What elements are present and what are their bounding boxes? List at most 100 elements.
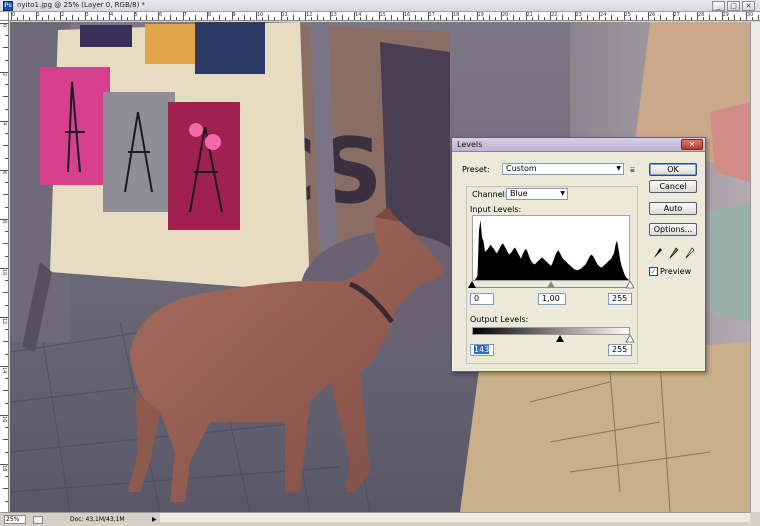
ruler-label: 8 [208, 12, 212, 18]
options-button[interactable]: Options... [649, 223, 697, 236]
status-menu-arrow-icon[interactable]: ▶ [152, 516, 157, 523]
ruler-subtick [458, 17, 460, 20]
ruler-subtick [66, 17, 68, 20]
auto-button[interactable]: Auto [649, 202, 697, 215]
output-gradient [472, 327, 630, 335]
ruler-subtick [249, 17, 251, 20]
ruler-label: 3 [85, 12, 89, 18]
input-white-field[interactable]: 255 [608, 293, 632, 305]
zoom-field[interactable]: 25% [4, 515, 26, 524]
ruler-label: 14 [1, 367, 7, 374]
output-black-slider-icon [556, 335, 564, 342]
close-window-button[interactable]: ✕ [742, 1, 755, 11]
ruler-subtick [617, 17, 619, 20]
ruler-subtick [3, 292, 8, 294]
ruler-label: 16 [1, 416, 7, 423]
white-eyedropper-icon[interactable] [685, 247, 695, 259]
ruler-subtick [678, 17, 680, 20]
ruler-label: 2 [61, 12, 65, 18]
cancel-button[interactable]: Cancel [649, 180, 697, 193]
ruler-subtick [3, 194, 8, 196]
horizontal-scrollbar[interactable] [160, 512, 750, 522]
ok-button[interactable]: OK [649, 163, 697, 176]
ruler-subtick [739, 17, 741, 20]
channel-select[interactable]: Blue ▼ [506, 188, 568, 200]
output-levels-label: Output Levels: [470, 315, 529, 324]
status-icon[interactable] [33, 516, 43, 524]
ruler-subtick [298, 17, 300, 20]
output-slider[interactable] [468, 335, 636, 344]
ruler-subtick [568, 17, 570, 20]
horizontal-ruler[interactable]: 0 1 2 3 4 5 6 7 8 9 10 11 12 13 14 15 16 17 18 19 20 21 22 23 24… [9, 12, 760, 21]
ruler-subtick [5, 500, 8, 502]
dialog-title: Levels [457, 140, 483, 149]
ruler-subtick [170, 15, 172, 20]
ruler-subtick [323, 17, 325, 20]
vertical-scrollbar[interactable] [750, 22, 760, 512]
ruler-subtick [5, 133, 8, 135]
ruler-subtick [433, 17, 435, 20]
input-black-field[interactable]: 0 [470, 293, 494, 305]
preset-menu-icon[interactable]: ⩸ [630, 165, 635, 175]
ruler-subtick [262, 17, 264, 20]
ruler-subtick [409, 17, 411, 20]
dialog-title-bar[interactable]: Levels ✕ [452, 138, 705, 152]
ruler-subtick [151, 17, 153, 20]
ruler-subtick [360, 17, 362, 20]
dialog-close-button[interactable]: ✕ [681, 139, 703, 150]
input-gamma-field[interactable]: 1,00 [538, 293, 566, 305]
levels-dialog: Levels ✕ Preset: Custom ▼ ⩸ Channel: Blu… [451, 137, 706, 372]
maximize-button[interactable]: □ [727, 1, 740, 11]
ruler-label: 6 [159, 12, 163, 18]
output-white-field[interactable]: 255 [608, 344, 632, 356]
ruler-label: 8 [1, 220, 7, 224]
output-white-slider-icon [625, 335, 635, 343]
ruler-subtick [3, 47, 8, 49]
ruler-subtick [78, 17, 80, 20]
document-title-bar[interactable]: Ps nyito1.jpg @ 25% (Layer 0, RGB/8) * _… [0, 0, 760, 12]
ruler-subtick [225, 17, 227, 20]
ruler-subtick [543, 17, 545, 20]
preview-checkbox[interactable]: ✓ [649, 267, 658, 276]
ruler-subtick [5, 378, 8, 380]
ruler-subtick [709, 15, 711, 20]
minimize-button[interactable]: _ [712, 1, 725, 11]
black-eyedropper-icon[interactable] [653, 247, 663, 259]
ruler-subtick [415, 15, 417, 20]
ruler-subtick [5, 353, 8, 355]
output-white-value: 255 [612, 345, 628, 354]
ruler-origin[interactable] [0, 12, 9, 21]
ruler-subtick [654, 17, 656, 20]
status-bar: 25% Doc: 43,1M/43,1M ▶ [0, 512, 160, 526]
ruler-label: 2 [1, 73, 7, 77]
ruler-subtick [464, 15, 466, 20]
ruler-subtick [286, 17, 288, 20]
document-title: nyito1.jpg @ 25% (Layer 0, RGB/8) * [17, 1, 146, 9]
ruler-subtick [482, 17, 484, 20]
ruler-subtick [292, 15, 294, 20]
ruler-subtick [90, 17, 92, 20]
input-slider[interactable] [468, 281, 636, 290]
ruler-subtick [507, 17, 509, 20]
channel-label: Channel: [472, 190, 510, 199]
gray-eyedropper-icon[interactable] [669, 247, 679, 259]
ruler-subtick [188, 17, 190, 20]
ruler-subtick [145, 15, 147, 20]
ruler-subtick [3, 145, 8, 147]
ruler-subtick [703, 17, 705, 20]
ruler-subtick [213, 17, 215, 20]
ruler-label: 5 [134, 12, 138, 18]
output-black-field[interactable]: 143 [470, 344, 494, 356]
preset-select[interactable]: Custom ▼ [502, 163, 624, 175]
ruler-subtick [562, 15, 564, 20]
histogram [472, 215, 630, 281]
ruler-subtick [5, 59, 8, 61]
ruler-subtick [396, 17, 398, 20]
ruler-subtick [268, 15, 270, 20]
output-black-value: 143 [474, 345, 490, 354]
ruler-subtick [5, 304, 8, 306]
white-point-slider-icon [625, 281, 635, 289]
ruler-subtick [53, 17, 55, 20]
ruler-subtick [5, 157, 8, 159]
vertical-ruler[interactable]: 0 2 4 6 8 10 12 14 16 18 [0, 21, 9, 512]
